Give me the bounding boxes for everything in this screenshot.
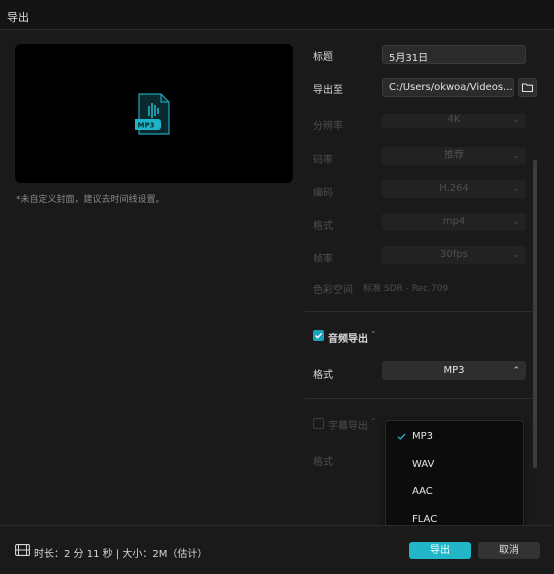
codec-select: H.264 ⌄	[382, 180, 526, 198]
cancel-button[interactable]: 取消	[478, 542, 540, 559]
dropdown-option-wav[interactable]: WAV	[412, 459, 434, 470]
film-icon	[15, 544, 30, 556]
resolution-value: 4K	[447, 114, 461, 125]
export-to-label: 导出至	[313, 85, 343, 96]
audio-format-select[interactable]: MP3 ⌃	[382, 361, 526, 380]
bitrate-value: 推荐	[444, 150, 464, 161]
resolution-select: 4K ⌄	[382, 114, 526, 128]
dropdown-option-aac[interactable]: AAC	[412, 486, 433, 497]
checkmark-icon	[315, 332, 323, 339]
audio-format-dropdown: MP3 WAV AAC FLAC	[385, 420, 524, 534]
subtitle-export-label: 字幕导出	[328, 421, 368, 432]
audio-export-label: 音频导出	[328, 334, 368, 345]
resolution-label: 分辨率	[313, 121, 343, 132]
chevron-down-icon: ⌄	[512, 115, 520, 125]
colorspace-label: 色彩空间	[313, 285, 353, 296]
video-format-select: mp4 ⌄	[382, 213, 526, 231]
audio-file-icon: MP3	[135, 93, 170, 135]
cover-hint: *未自定义封面，建议去时间线设置。	[16, 195, 165, 205]
section-divider	[305, 398, 537, 399]
collapse-chevron-icon: ⌃	[370, 417, 377, 426]
audio-format-value: MP3	[443, 365, 465, 376]
window-title: 导出	[7, 11, 29, 24]
colorspace-value: 标准 SDR - Rec.709	[363, 284, 449, 294]
section-divider	[305, 311, 537, 312]
file-badge-label: MP3	[138, 122, 155, 130]
duration-size-info: 时长：2 分 11 秒 | 大小：2M（估计）	[34, 549, 208, 560]
browse-folder-button[interactable]	[518, 78, 537, 97]
chevron-down-icon: ⌄	[512, 184, 520, 194]
export-button[interactable]: 导出	[409, 542, 471, 559]
video-format-label: 格式	[313, 221, 333, 232]
framerate-select: 30fps ⌄	[382, 246, 526, 264]
subtitle-export-checkbox[interactable]	[313, 418, 324, 429]
footer-bar: 时长：2 分 11 秒 | 大小：2M（估计） 导出 取消	[0, 525, 554, 574]
audio-format-label: 格式	[313, 370, 333, 381]
settings-scrollbar[interactable]	[533, 160, 537, 468]
video-format-value: mp4	[442, 216, 466, 227]
subtitle-format-label: 格式	[313, 457, 333, 468]
title-bar: 导出	[0, 0, 554, 30]
framerate-label: 帧率	[313, 254, 333, 265]
check-icon	[397, 433, 406, 440]
chevron-up-icon: ⌃	[512, 366, 520, 376]
dropdown-option-flac[interactable]: FLAC	[412, 514, 437, 525]
audio-export-checkbox[interactable]	[313, 330, 324, 341]
chevron-down-icon: ⌄	[512, 217, 520, 227]
chevron-down-icon: ⌄	[512, 250, 520, 260]
framerate-value: 30fps	[440, 249, 468, 260]
codec-value: H.264	[439, 183, 469, 194]
bitrate-label: 码率	[313, 155, 333, 166]
export-path-input[interactable]: C:/Users/okwoa/Videos...	[382, 78, 514, 97]
bitrate-select: 推荐 ⌄	[382, 147, 526, 165]
folder-icon	[521, 83, 534, 93]
title-input[interactable]: 5月31日	[382, 45, 526, 64]
dropdown-option-mp3[interactable]: MP3	[412, 431, 433, 442]
title-label: 标题	[313, 52, 333, 63]
collapse-chevron-icon[interactable]: ⌃	[370, 330, 377, 339]
codec-label: 编码	[313, 188, 333, 199]
chevron-down-icon: ⌄	[512, 151, 520, 161]
